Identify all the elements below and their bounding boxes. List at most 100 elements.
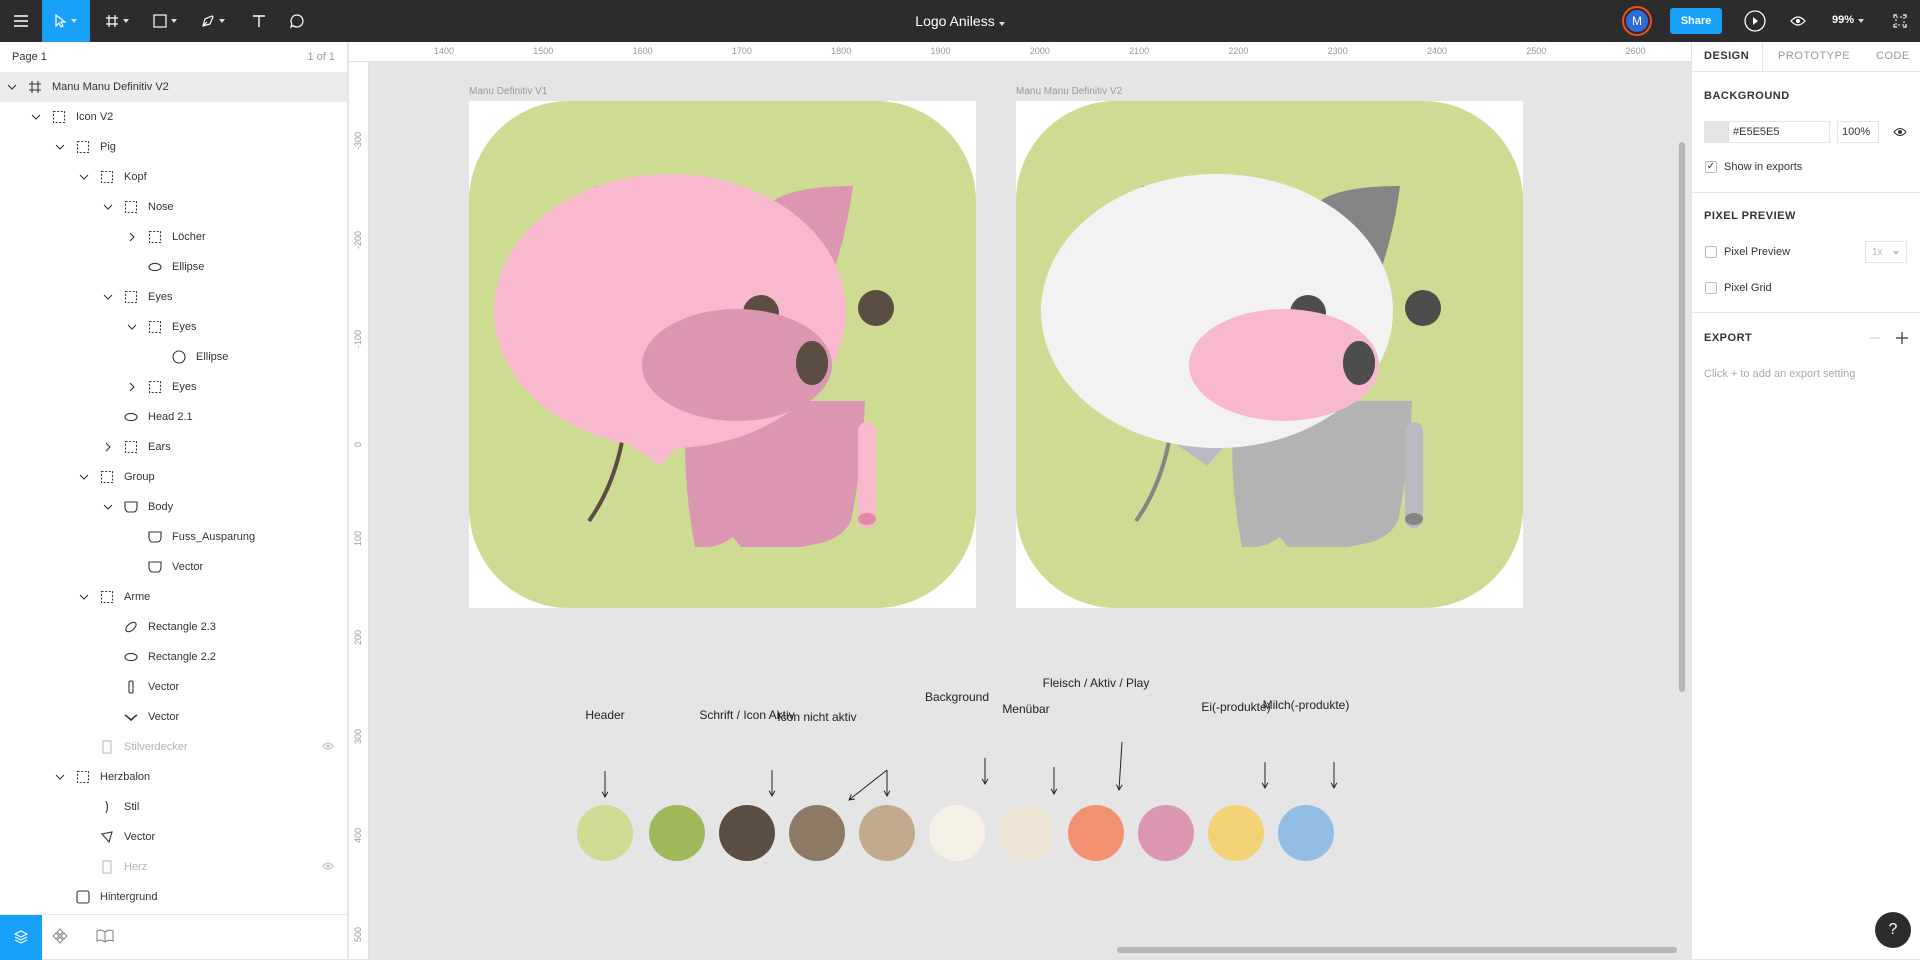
color-swatch[interactable] xyxy=(859,805,915,861)
layer-row[interactable]: Vector xyxy=(0,672,347,702)
layer-row[interactable]: Rectangle 2.3 xyxy=(0,612,347,642)
layer-row[interactable]: Herz xyxy=(0,852,347,882)
background-hex-value[interactable]: #E5E5E5 xyxy=(1733,126,1779,138)
help-button[interactable]: ? xyxy=(1875,912,1911,948)
layer-row[interactable]: Rectangle 2.2 xyxy=(0,642,347,672)
move-tool-button[interactable] xyxy=(42,0,90,42)
layer-row[interactable]: Herzbalon xyxy=(0,762,347,792)
chevron-down-icon[interactable] xyxy=(78,591,90,603)
frame-label[interactable]: Manu Definitiv V1 xyxy=(469,86,547,97)
layer-row[interactable]: Manu Manu Definitiv V2 xyxy=(0,72,347,102)
color-swatch[interactable] xyxy=(1278,805,1334,861)
color-swatch[interactable] xyxy=(719,805,775,861)
page-name[interactable]: Page 1 xyxy=(12,51,47,63)
color-swatch[interactable] xyxy=(1705,122,1729,142)
color-swatch[interactable] xyxy=(577,805,633,861)
layer-row[interactable]: Eyes xyxy=(0,312,347,342)
chevron-right-icon[interactable] xyxy=(126,381,138,393)
layer-row[interactable]: Eyes xyxy=(0,372,347,402)
frame-pig-v1[interactable] xyxy=(469,101,976,608)
text-tool-button[interactable] xyxy=(242,0,276,42)
color-swatch[interactable] xyxy=(1208,805,1264,861)
assets-tab-button[interactable] xyxy=(52,928,72,948)
chevron-down-icon[interactable] xyxy=(6,81,18,93)
share-button[interactable]: Share xyxy=(1670,8,1722,34)
color-swatch[interactable] xyxy=(998,805,1054,861)
fullscreen-button[interactable] xyxy=(1888,0,1912,42)
background-color-input[interactable]: #E5E5E5 xyxy=(1704,121,1830,143)
pen-tool-button[interactable] xyxy=(194,0,232,42)
color-swatch[interactable] xyxy=(1138,805,1194,861)
visibility-eye-icon[interactable] xyxy=(322,742,334,750)
frame-tool-button[interactable] xyxy=(98,0,136,42)
color-label[interactable]: Fleisch / Aktiv / Play xyxy=(1043,676,1150,690)
color-label[interactable]: Menübar xyxy=(1002,702,1049,716)
layer-row[interactable]: Vector xyxy=(0,702,347,732)
pixel-scale-dropdown[interactable]: 1x xyxy=(1865,241,1907,263)
layer-row[interactable]: Vector xyxy=(0,822,347,852)
color-label[interactable]: Milch(-produkte) xyxy=(1263,698,1350,712)
background-opacity-input[interactable]: 100% xyxy=(1837,121,1879,143)
layer-row[interactable]: Kopf xyxy=(0,162,347,192)
layer-row[interactable]: Stil xyxy=(0,792,347,822)
add-export-plus-icon[interactable] xyxy=(1896,332,1908,344)
present-button[interactable] xyxy=(1740,0,1770,42)
layer-row[interactable]: Arme xyxy=(0,582,347,612)
layer-row[interactable]: Eyes xyxy=(0,282,347,312)
layer-row[interactable]: Group xyxy=(0,462,347,492)
color-label[interactable]: Background xyxy=(925,690,989,704)
layer-row[interactable]: Head 2.1 xyxy=(0,402,347,432)
layer-row[interactable]: Ellipse xyxy=(0,252,347,282)
visibility-eye-icon[interactable] xyxy=(1893,127,1907,137)
color-label[interactable]: Header xyxy=(585,708,624,722)
chevron-down-icon[interactable] xyxy=(54,771,66,783)
zoom-dropdown[interactable]: 99% xyxy=(1832,14,1865,26)
layer-row[interactable]: Icon V2 xyxy=(0,102,347,132)
shape-tool-button[interactable] xyxy=(146,0,184,42)
chevron-down-icon[interactable] xyxy=(102,291,114,303)
layer-row[interactable]: Fuss_Ausparung xyxy=(0,522,347,552)
layer-row[interactable]: Ellipse xyxy=(0,342,347,372)
chevron-down-icon[interactable] xyxy=(102,201,114,213)
layer-row[interactable]: Body xyxy=(0,492,347,522)
layer-row[interactable]: Hintergrund xyxy=(0,882,347,912)
remove-export-icon[interactable] xyxy=(1870,337,1880,339)
chevron-down-icon[interactable] xyxy=(78,171,90,183)
visibility-eye-icon[interactable] xyxy=(322,862,334,870)
chevron-down-icon[interactable] xyxy=(78,471,90,483)
show-in-exports-checkbox[interactable]: ✓ xyxy=(1705,161,1717,173)
color-swatch[interactable] xyxy=(649,805,705,861)
layers-tab-button[interactable] xyxy=(0,915,42,960)
horizontal-scrollbar[interactable] xyxy=(1117,947,1677,953)
color-swatch[interactable] xyxy=(1068,805,1124,861)
tab-prototype[interactable]: PROTOTYPE xyxy=(1778,50,1850,68)
tab-code[interactable]: CODE xyxy=(1876,50,1910,68)
user-avatar[interactable]: M xyxy=(1622,6,1652,36)
pixel-preview-checkbox[interactable] xyxy=(1705,246,1717,258)
layer-row[interactable]: Nose xyxy=(0,192,347,222)
frame-pig-v2[interactable] xyxy=(1016,101,1523,608)
comment-tool-button[interactable] xyxy=(280,0,314,42)
view-button[interactable] xyxy=(1786,0,1810,42)
vertical-scrollbar[interactable] xyxy=(1679,142,1685,692)
chevron-down-icon[interactable] xyxy=(54,141,66,153)
file-title-button[interactable]: Logo Aniless xyxy=(915,13,1005,29)
frame-label[interactable]: Manu Manu Definitiv V2 xyxy=(1016,86,1122,97)
tab-design[interactable]: DESIGN xyxy=(1704,50,1749,68)
chevron-right-icon[interactable] xyxy=(102,441,114,453)
chevron-right-icon[interactable] xyxy=(126,231,138,243)
chevron-down-icon[interactable] xyxy=(30,111,42,123)
layer-row[interactable]: Pig xyxy=(0,132,347,162)
canvas[interactable]: 1400 1500 1600 1700 1800 1900 2000 2100 2200 2300… xyxy=(349,42,1691,959)
color-swatch[interactable] xyxy=(929,805,985,861)
layer-row[interactable]: Löcher xyxy=(0,222,347,252)
color-swatch[interactable] xyxy=(789,805,845,861)
color-label[interactable]: Icon nicht aktiv xyxy=(777,710,856,724)
chevron-down-icon[interactable] xyxy=(126,321,138,333)
library-tab-button[interactable] xyxy=(96,929,116,949)
color-label[interactable]: Ei(-produkte) xyxy=(1201,700,1270,714)
layer-row[interactable]: Ears xyxy=(0,432,347,462)
main-menu-button[interactable] xyxy=(0,0,42,42)
layer-row[interactable]: Vector xyxy=(0,552,347,582)
chevron-down-icon[interactable] xyxy=(102,501,114,513)
